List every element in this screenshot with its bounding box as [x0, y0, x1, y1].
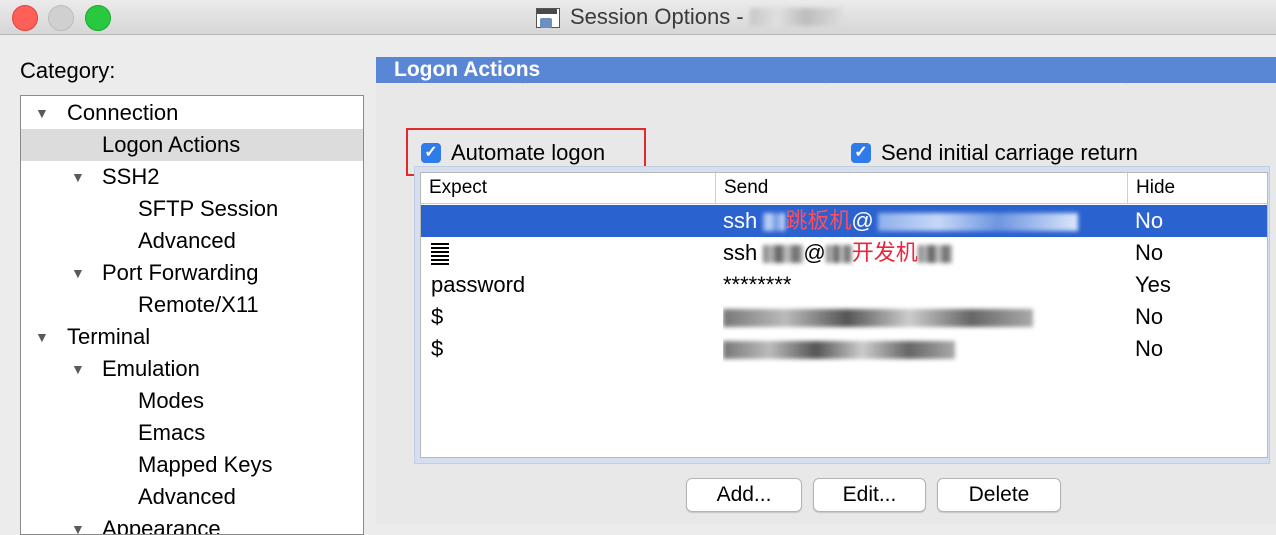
tree-item[interactable]: ▼ Appearance: [21, 513, 363, 535]
redacted-session-name: [749, 8, 842, 26]
hide-cell: No: [1135, 336, 1164, 361]
tree-item[interactable]: ▼ Port Forwarding: [21, 257, 363, 289]
hide-cell: No: [1135, 208, 1164, 233]
table-row[interactable]: $ No: [421, 301, 1267, 333]
disclosure-triangle-icon[interactable]: ▼: [71, 353, 85, 385]
tree-item[interactable]: ▼ Connection: [21, 97, 363, 129]
title-bar: Session Options -: [0, 0, 1276, 35]
window-title-text: Session Options -: [570, 4, 744, 29]
tree-item[interactable]: Remote/X11: [21, 289, 363, 321]
tree-item-label: SSH2: [102, 164, 160, 189]
tree-item-label: Port Forwarding: [102, 260, 259, 285]
expect-cell: [431, 205, 711, 237]
tree-item[interactable]: SFTP Session: [21, 193, 363, 225]
expect-cell: $: [431, 336, 444, 361]
tree-item-label: Mapped Keys: [138, 452, 273, 477]
tree-item-label: Logon Actions: [102, 132, 241, 157]
hide-cell: No: [1135, 304, 1164, 329]
tree-item-label: Emacs: [138, 420, 206, 445]
add-button[interactable]: Add...: [686, 478, 802, 512]
disclosure-triangle-icon[interactable]: ▼: [71, 257, 85, 289]
tree-item[interactable]: ▼ Terminal: [21, 321, 363, 353]
send-cell: ssh @ 开发机: [723, 237, 1123, 269]
table-row[interactable]: ssh 跳板机@ No: [421, 205, 1267, 237]
send-cell: ssh 跳板机@: [723, 205, 1123, 237]
tree-item-label: Connection: [67, 100, 179, 125]
send-carriage-return-label: Send initial carriage return: [881, 140, 1138, 165]
tree-item-label: Advanced: [138, 484, 236, 509]
masked-text-icon: [431, 243, 449, 266]
tree-item-label: Modes: [138, 388, 205, 413]
expect-cell: $: [431, 304, 444, 329]
table-row[interactable]: password ******** Yes: [421, 269, 1267, 301]
disclosure-triangle-icon[interactable]: ▼: [35, 321, 49, 353]
close-window-button[interactable]: [12, 5, 38, 31]
zoom-window-button[interactable]: [85, 5, 111, 31]
tree-item[interactable]: Logon Actions: [21, 129, 363, 161]
logon-actions-table[interactable]: Expect Send Hide ssh 跳板机@ No ssh @ 开发机 No…: [420, 172, 1268, 458]
expect-cell: password: [431, 272, 526, 297]
send-carriage-return-checkbox[interactable]: ✓ Send initial carriage return: [851, 140, 1138, 166]
edit-button[interactable]: Edit...: [813, 478, 926, 512]
tree-item-label: Appearance: [102, 516, 221, 535]
disclosure-triangle-icon[interactable]: ▼: [35, 97, 49, 129]
automate-logon-label: Automate logon: [451, 140, 606, 165]
tree-item[interactable]: Emacs: [21, 417, 363, 449]
tree-item-label: Advanced: [138, 228, 236, 253]
window-title: Session Options -: [536, 4, 842, 30]
delete-button[interactable]: Delete: [937, 478, 1061, 512]
automate-logon-checkbox[interactable]: ✓ Automate logon: [421, 140, 605, 166]
checkmark-icon: ✓: [421, 143, 441, 163]
tree-item-label: Emulation: [102, 356, 200, 381]
expect-cell: [431, 237, 711, 269]
minimize-window-button[interactable]: [48, 5, 74, 31]
tree-item[interactable]: Advanced: [21, 225, 363, 257]
send-cell: [723, 333, 1123, 365]
column-header-send[interactable]: Send: [715, 173, 1127, 203]
table-header: Expect Send Hide: [421, 173, 1267, 204]
tree-item[interactable]: Modes: [21, 385, 363, 417]
disclosure-triangle-icon[interactable]: ▼: [71, 513, 85, 534]
disclosure-triangle-icon[interactable]: ▼: [71, 161, 85, 193]
tree-item-label: SFTP Session: [138, 196, 279, 221]
send-cell: ********: [723, 272, 792, 297]
checkmark-icon: ✓: [851, 143, 871, 163]
tree-item-label: Terminal: [67, 324, 151, 349]
table-row[interactable]: $ No: [421, 333, 1267, 365]
tree-item[interactable]: ▼ SSH2: [21, 161, 363, 193]
hide-cell: No: [1135, 240, 1164, 265]
column-header-expect[interactable]: Expect: [421, 173, 715, 203]
window-app-icon: [536, 6, 560, 28]
send-cell: [723, 301, 1123, 333]
section-header: Logon Actions: [376, 57, 1276, 83]
table-row[interactable]: ssh @ 开发机 No: [421, 237, 1267, 269]
tree-item[interactable]: ▼ Emulation: [21, 353, 363, 385]
category-label: Category:: [20, 58, 116, 83]
tree-item-label: Remote/X11: [138, 292, 259, 317]
column-header-hide[interactable]: Hide: [1127, 173, 1267, 203]
category-tree[interactable]: ▼ Connection Logon Actions ▼ SSH2 SFTP Sessio…: [20, 95, 364, 535]
tree-item[interactable]: Advanced: [21, 481, 363, 513]
hide-cell: Yes: [1135, 272, 1171, 297]
tree-item[interactable]: Mapped Keys: [21, 449, 363, 481]
